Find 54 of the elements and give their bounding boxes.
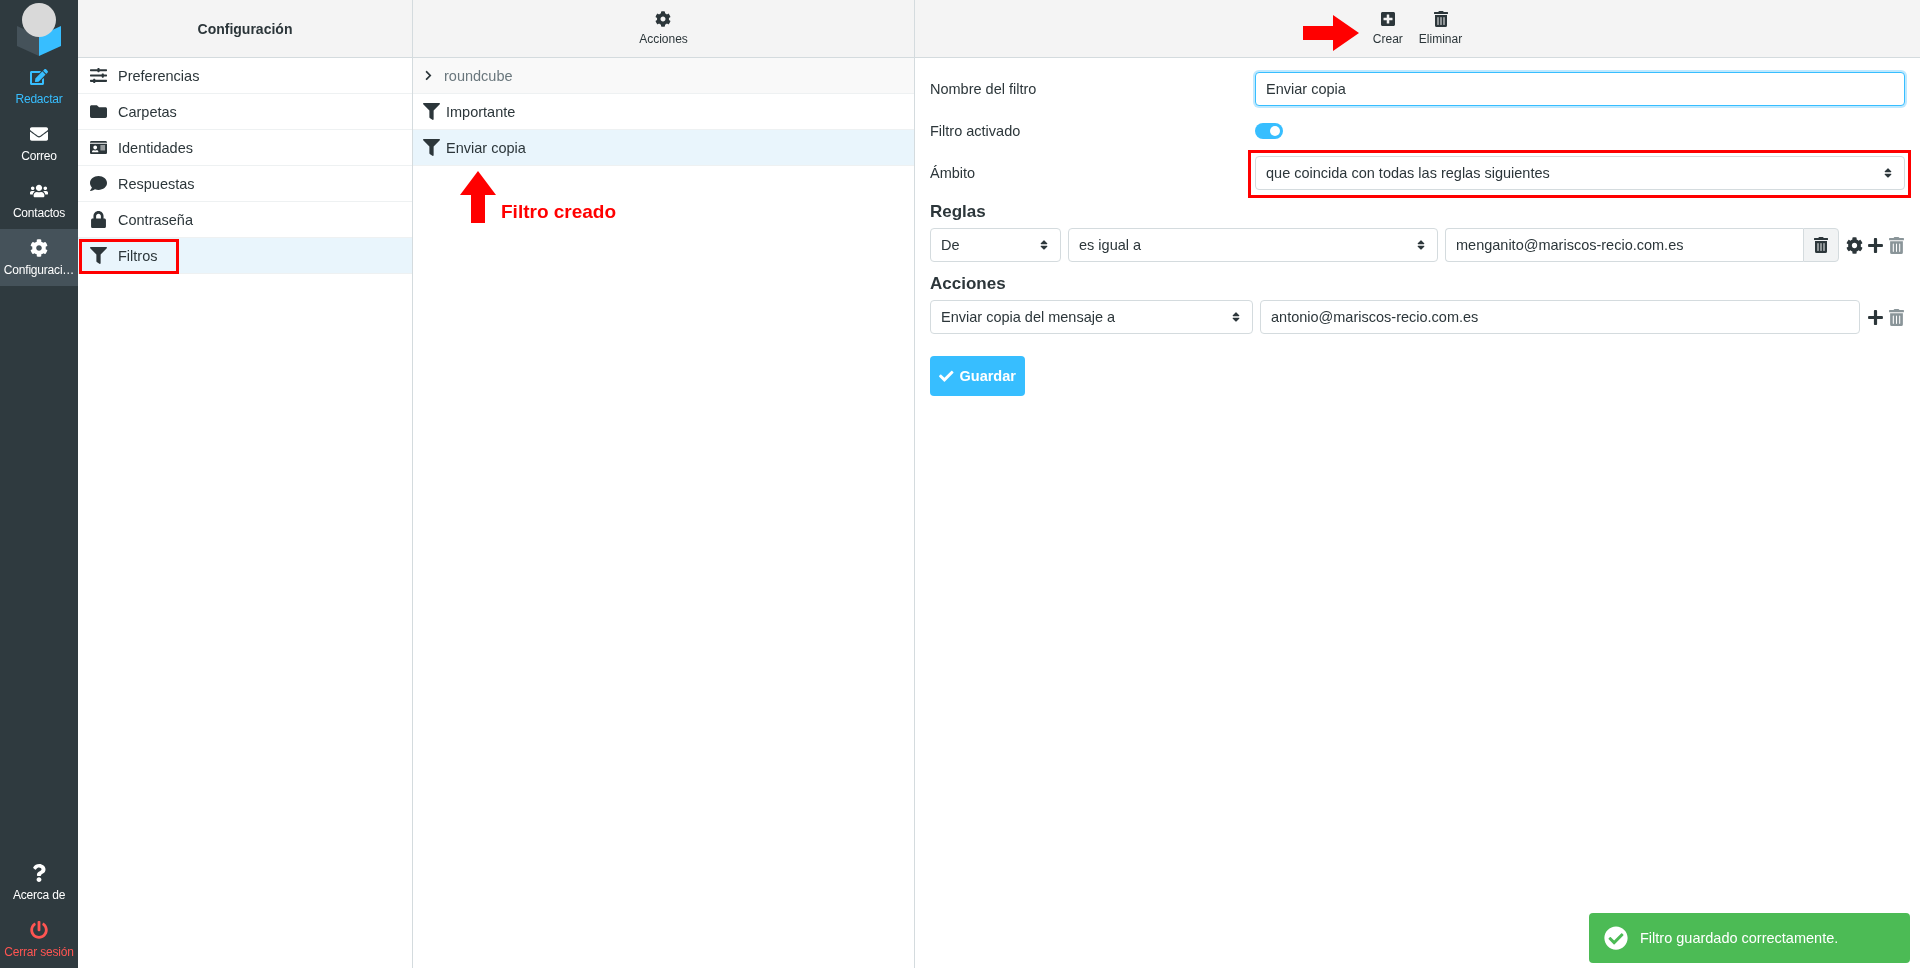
sort-icon bbox=[1038, 239, 1050, 251]
up-arrow-icon bbox=[459, 171, 497, 223]
toggle-switch[interactable] bbox=[1255, 123, 1283, 139]
sort-icon bbox=[1415, 239, 1427, 251]
gear-icon bbox=[655, 11, 672, 27]
operator-select[interactable]: es igual a bbox=[1068, 228, 1438, 262]
nav-item[interactable]: Configuraci… bbox=[0, 229, 78, 286]
nav-item[interactable]: Cerrar sesión bbox=[0, 911, 78, 968]
filter-icon bbox=[423, 103, 440, 120]
field-label: Filtro activado bbox=[930, 123, 1022, 139]
nav-item[interactable]: Correo bbox=[0, 115, 78, 172]
settings-item[interactable]: Filtros bbox=[78, 238, 412, 274]
trash-icon bbox=[1813, 237, 1829, 253]
action-select[interactable]: Enviar copia del mensaje a bbox=[930, 300, 1253, 334]
callout-text: Filtro creado bbox=[501, 201, 617, 223]
sort-icon bbox=[1882, 167, 1894, 179]
plus-icon[interactable] bbox=[1867, 236, 1884, 254]
gear-icon bbox=[30, 238, 48, 257]
section-title: Acciones bbox=[930, 274, 1007, 294]
toolbar-button[interactable]: Eliminar bbox=[1410, 5, 1471, 52]
gear-icon[interactable] bbox=[1846, 236, 1863, 254]
toolbar-button[interactable]: Crear bbox=[1364, 5, 1411, 52]
scope-select[interactable]: que coincida con todas las reglas siguientes bbox=[1255, 156, 1905, 190]
question-icon bbox=[30, 863, 48, 882]
header-select[interactable]: De bbox=[930, 228, 1061, 262]
delete-value-button[interactable] bbox=[1803, 228, 1839, 262]
lock-icon bbox=[89, 211, 107, 228]
speech-bubble-icon bbox=[89, 175, 107, 192]
rule-value-input[interactable]: menganito@mariscos-recio.com.es bbox=[1445, 228, 1803, 262]
power-icon bbox=[30, 920, 48, 939]
envelope-icon bbox=[30, 124, 48, 143]
trash-icon bbox=[1432, 11, 1449, 27]
check-icon bbox=[939, 368, 954, 384]
action-value-input[interactable]: antonio@mariscos-recio.com.es bbox=[1260, 300, 1860, 334]
filter-icon bbox=[423, 139, 440, 156]
field-label: Nombre del filtro bbox=[930, 81, 1038, 97]
folder-icon bbox=[89, 103, 107, 120]
nav-item[interactable]: Redactar bbox=[0, 58, 78, 115]
filter-icon bbox=[89, 247, 107, 264]
toast-message: Filtro guardado correctamente. bbox=[1640, 930, 1839, 946]
actions-button[interactable]: Acciones bbox=[631, 5, 696, 52]
nav-item[interactable]: Contactos bbox=[0, 172, 78, 229]
filter-set-item[interactable]: roundcube bbox=[413, 58, 914, 94]
column-title: Configuración bbox=[197, 20, 293, 37]
sliders-icon bbox=[89, 67, 107, 84]
filter-item[interactable]: Enviar copia bbox=[413, 130, 914, 166]
filter-name-input[interactable]: Enviar copia bbox=[1255, 72, 1905, 106]
field-label: Ámbito bbox=[930, 165, 977, 181]
edit-icon bbox=[30, 67, 48, 86]
id-card-icon bbox=[89, 139, 107, 156]
plus-icon[interactable] bbox=[1867, 308, 1884, 326]
sort-icon bbox=[1230, 311, 1242, 323]
nav-item[interactable]: Acerca de bbox=[0, 854, 78, 911]
section-title: Reglas bbox=[930, 202, 987, 222]
